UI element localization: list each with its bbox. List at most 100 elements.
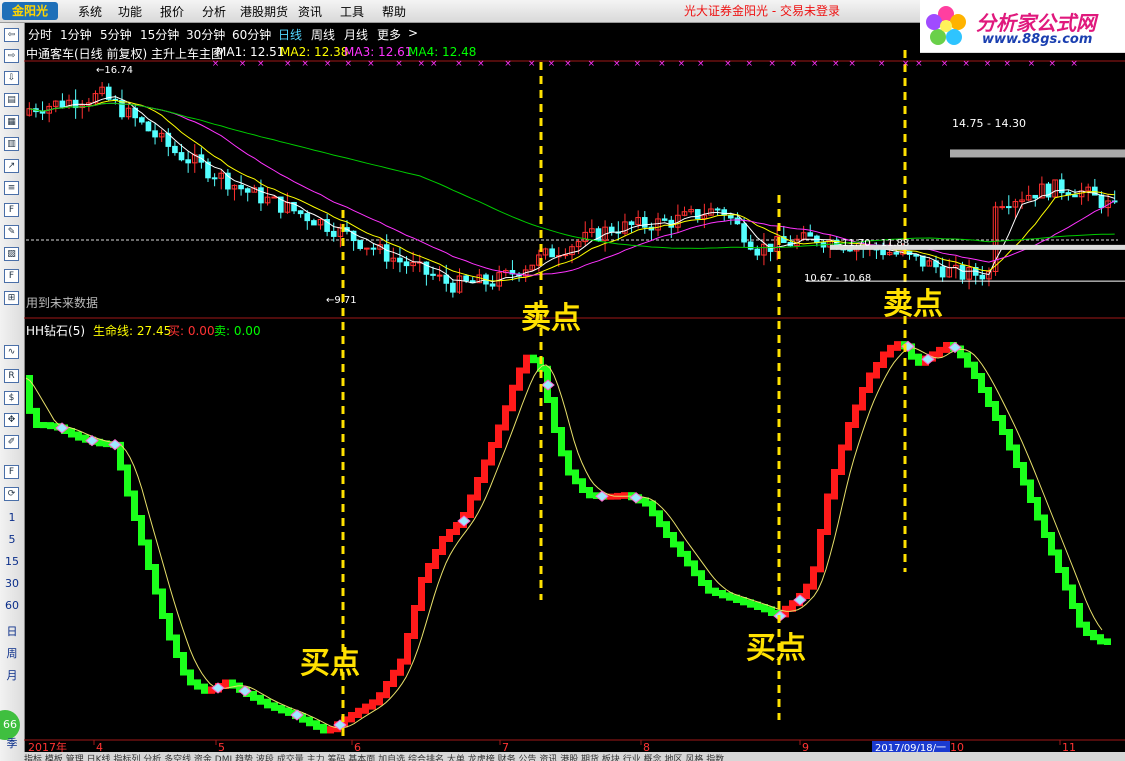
indicator-fall-segment [530, 354, 537, 364]
candle-body [271, 196, 277, 199]
indicator-rise-segment [873, 362, 880, 379]
indicator-fall-segment [152, 564, 159, 595]
indicator-fall-segment [250, 691, 257, 701]
signal-x-marker: × [811, 59, 819, 69]
indicator-rise-segment [894, 341, 901, 351]
candle-body [489, 283, 496, 287]
candle-body [39, 111, 46, 114]
candle-body [430, 273, 436, 276]
indicator-fall-segment [579, 478, 586, 493]
candle-body [383, 244, 390, 262]
indicator-rise-segment [502, 405, 509, 431]
signal-x-marker: × [724, 59, 732, 69]
diamond-shape [541, 379, 555, 391]
candle-body [1032, 194, 1039, 199]
candle-body [443, 274, 450, 284]
indicator-fall-segment [705, 580, 712, 594]
range1-label: 14.75 - 14.30 [952, 117, 1026, 130]
signal-x-marker: × [848, 59, 856, 69]
indicator-rise-segment [936, 346, 943, 358]
candle-body [939, 266, 946, 278]
indicator-rise-segment [859, 387, 866, 411]
candle-body [728, 214, 734, 219]
diamond-icon [541, 379, 555, 391]
indicator-fall-segment [964, 352, 971, 368]
indicator-fall-segment [187, 669, 194, 686]
candle-body [370, 247, 377, 250]
indicator-rise-segment [887, 344, 894, 358]
chart-canvas[interactable]: 卖点买点 买点 卖点 × × × × × × × × × × × × × × × × × × × × × × × × × × × × × × ×… [0, 0, 1125, 761]
candle-body [436, 274, 443, 277]
signal-x-marker: × [915, 59, 923, 69]
signal-x-marker: × [902, 59, 910, 69]
signal-x-marker: × [477, 59, 485, 69]
candle-body [244, 188, 251, 193]
indicator-fall-segment [47, 422, 54, 430]
candle-body [661, 218, 668, 221]
indicator-rise-segment [621, 492, 628, 499]
indicator-fall-segment [201, 683, 208, 694]
range2-label: 11.70 - 11.88 [842, 238, 909, 249]
indicator-fall-segment [257, 694, 264, 705]
indicator-rise-segment [803, 583, 810, 599]
indicator-fall-segment [124, 464, 131, 497]
indicator-rise-segment [376, 692, 383, 706]
candle-body [999, 206, 1005, 209]
indicator-fall-segment [670, 532, 677, 548]
indicator-fall-segment [180, 652, 187, 676]
indicator-rise-segment [397, 658, 404, 676]
signal-x-marker: × [962, 59, 970, 69]
candle-body [311, 220, 317, 226]
candle-body [403, 261, 410, 267]
indicator-fall-segment [68, 428, 75, 438]
indicator-fall-segment [264, 698, 271, 709]
candle-body [694, 209, 701, 220]
indicator-fall-segment [1062, 567, 1069, 591]
candle-body [364, 247, 370, 250]
candle-body [145, 121, 152, 132]
indicator-fall-segment [698, 570, 705, 586]
indicator-fall-segment [978, 373, 985, 393]
signal-x-marker: × [613, 59, 621, 69]
indicator-fall-segment [1006, 429, 1013, 451]
indicator-rise-segment [425, 563, 432, 583]
indicator-fall-segment [131, 490, 138, 521]
candle-body [1072, 194, 1078, 198]
indicator-fall-segment [278, 704, 285, 714]
signal-x-marker: × [768, 59, 776, 69]
candle-body [919, 255, 926, 267]
indicator-series [25, 340, 1111, 734]
candle-body [258, 187, 264, 204]
indicator-fall-segment [306, 716, 313, 727]
indicator-rise-segment [866, 372, 873, 393]
buy-signal-2-label: 买点 [746, 631, 806, 666]
signal-x-marker: × [284, 59, 292, 69]
candle-body [397, 257, 403, 263]
indicator-rise-segment [838, 444, 845, 475]
signal-x-marker: × [697, 59, 705, 69]
signal-x-marker: × [1028, 59, 1036, 69]
indicator-fall-segment [194, 679, 201, 690]
indicator-fall-segment [649, 500, 656, 517]
candle-body [754, 248, 761, 256]
signal-x-marker: × [1049, 59, 1057, 69]
range3-label: 10.67 - 10.68 [804, 273, 871, 284]
resistance-band-1 [950, 149, 1125, 158]
bottom-tabs[interactable]: 指标 模板 管理 日K线 指标列 分析 多空线 资金 DMI 趋势 波段 成交量… [24, 752, 1125, 761]
indicator-fall-segment [719, 590, 726, 599]
signal-x-marker: × [367, 59, 375, 69]
signal-x-marker: × [430, 59, 438, 69]
indicator-rise-segment [355, 707, 362, 718]
indicator-rise-segment [453, 522, 460, 535]
candle-body [178, 152, 185, 161]
indicator-fall-segment [320, 723, 327, 734]
high-price-label: ←16.74 [96, 65, 133, 76]
signal-x-marker: × [678, 59, 686, 69]
indicator-fall-segment [159, 588, 166, 619]
indicator-rise-segment [411, 605, 418, 639]
indicator-fall-segment [1055, 549, 1062, 573]
indicator-rise-segment [852, 404, 859, 428]
signal-x-marker: × [504, 59, 512, 69]
signal-x-marker: × [528, 59, 536, 69]
indicator-rise-segment [516, 367, 523, 391]
